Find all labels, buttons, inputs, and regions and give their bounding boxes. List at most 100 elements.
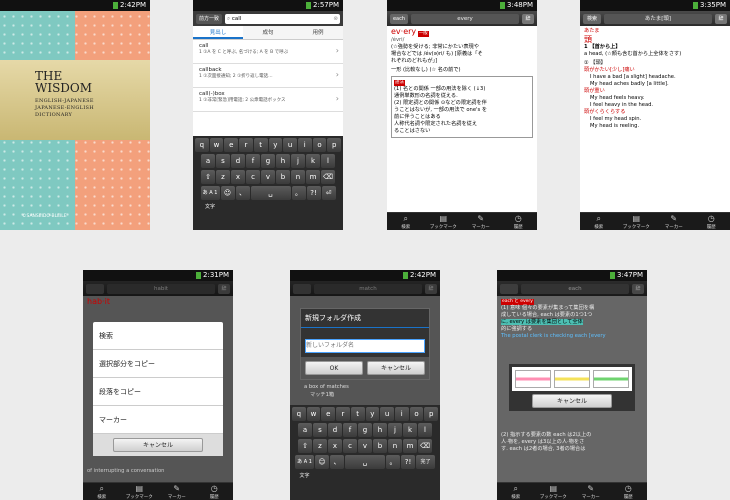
key[interactable]: e [321,407,336,421]
key[interactable]: j [291,154,305,168]
key[interactable]: o [312,138,327,152]
key[interactable]: d [231,154,245,168]
nav-search[interactable]: ⌕ 検索 [580,213,618,230]
shift-key[interactable]: ⇧ [298,439,312,453]
dictionary-button[interactable]: 辞 [425,283,437,294]
key[interactable]: j [388,423,402,437]
list-item[interactable]: call(-)box 1 ①非常[緊急]用電話; 2 公衆電話ボックス › [193,88,343,112]
nav-search[interactable]: ⌕ 検索 [387,213,425,230]
key[interactable]: c [246,170,260,184]
key[interactable]: b [276,170,290,184]
nav-bookmark[interactable]: ▤ ブックマーク [425,213,463,230]
key[interactable]: p [327,138,342,152]
match-mode-button[interactable]: 前方一致 [196,13,222,24]
key[interactable]: r [336,407,350,421]
marker-pink-option[interactable] [515,370,551,388]
menu-item-search[interactable]: 検索 [93,322,223,350]
key[interactable]: m [403,439,417,453]
key[interactable]: w [306,407,321,421]
key[interactable]: b [373,439,387,453]
nav-marker[interactable]: ✎ マーカー [462,213,500,230]
nav-search[interactable]: ⌕ 検索 [497,483,535,500]
key[interactable]: s [313,423,327,437]
search-input[interactable]: ⌕ call ⊗ [225,13,340,24]
key[interactable]: f [246,154,260,168]
mode-key[interactable]: あ A 1 文字 [200,186,220,210]
key[interactable]: w [209,138,224,152]
key[interactable]: v [358,439,372,453]
key[interactable]: 、 [235,186,250,200]
key[interactable]: x [231,170,245,184]
done-key[interactable]: 完了 [416,455,435,469]
backspace-key[interactable]: ⌫ [418,439,432,453]
key[interactable]: m [306,170,320,184]
dictionary-button[interactable]: 辞 [522,13,534,24]
nav-history[interactable]: ◷ 履歴 [500,213,538,230]
space-key[interactable]: ␣ [345,455,385,469]
tab-example[interactable]: 用例 [293,26,343,39]
emoji-key[interactable]: ☺ [220,186,235,200]
key[interactable]: u [283,138,297,152]
nav-bookmark[interactable]: ▤ ブックマーク [121,483,159,500]
dictionary-button[interactable]: 辞 [715,13,727,24]
key[interactable]: 。 [386,455,400,469]
key[interactable]: y [365,407,380,421]
nav-search[interactable]: ⌕ 検索 [83,483,121,500]
nav-bookmark[interactable]: ▤ ブックマーク [535,483,573,500]
space-key[interactable]: ␣ [250,186,291,200]
key[interactable]: a [201,154,215,168]
key[interactable]: h [373,423,387,437]
key[interactable]: a [298,423,312,437]
list-item[interactable]: callback 1 ①次面接通知; 2 ①折り返し電話… › [193,64,343,88]
back-button[interactable] [293,283,311,294]
nav-marker[interactable]: ✎ マーカー [158,483,196,500]
backspace-key[interactable]: ⌫ [321,170,335,184]
ok-button[interactable]: OK [305,361,363,375]
nav-marker[interactable]: ✎ マーカー [572,483,610,500]
marker-green-option[interactable] [593,370,629,388]
key[interactable]: r [239,138,253,152]
menu-item-copy-selection[interactable]: 選択部分をコピー [93,350,223,378]
back-button[interactable]: 検索 [583,13,601,24]
enter-key[interactable]: ⏎ [321,186,336,200]
key[interactable]: e [224,138,239,152]
cancel-button[interactable]: キャンセル [367,361,425,375]
key[interactable]: i [297,138,312,152]
key[interactable]: ?! [306,186,321,200]
cancel-button[interactable]: キャンセル [113,438,203,452]
key[interactable]: t [350,407,365,421]
key[interactable]: y [268,138,283,152]
mode-key[interactable]: あ A 1 文字 [295,455,314,479]
key[interactable]: u [380,407,394,421]
key[interactable]: c [343,439,357,453]
folder-name-input[interactable] [305,339,425,353]
key[interactable]: 、 [330,455,344,469]
back-button[interactable] [500,283,518,294]
list-item[interactable]: call 1 ①A を C と呼ぶ, 名づける; A を B で呼ぶ › [193,40,343,64]
key[interactable]: q [194,138,209,152]
key[interactable]: z [216,170,230,184]
tab-headword[interactable]: 見出し [193,26,243,39]
key[interactable]: o [409,407,424,421]
key[interactable]: p [424,407,439,421]
key[interactable]: n [388,439,402,453]
back-button[interactable]: each [390,13,408,24]
back-button[interactable] [86,283,104,294]
key[interactable]: z [313,439,327,453]
shift-key[interactable]: ⇧ [201,170,215,184]
key[interactable]: x [328,439,342,453]
key[interactable]: i [394,407,409,421]
key[interactable]: ?! [401,455,415,469]
nav-history[interactable]: ◷ 履歴 [693,213,730,230]
menu-item-marker[interactable]: マーカー [93,406,223,434]
key[interactable]: t [253,138,268,152]
nav-history[interactable]: ◷ 履歴 [610,483,648,500]
cancel-button[interactable]: キャンセル [532,394,612,408]
menu-item-copy-paragraph[interactable]: 段落をコピー [93,378,223,406]
key[interactable]: n [291,170,305,184]
clear-icon[interactable]: ⊗ [333,14,338,24]
key[interactable]: q [291,407,306,421]
nav-bookmark[interactable]: ▤ ブックマーク [618,213,656,230]
emoji-key[interactable]: ☺ [315,455,329,469]
key[interactable]: l [321,154,335,168]
